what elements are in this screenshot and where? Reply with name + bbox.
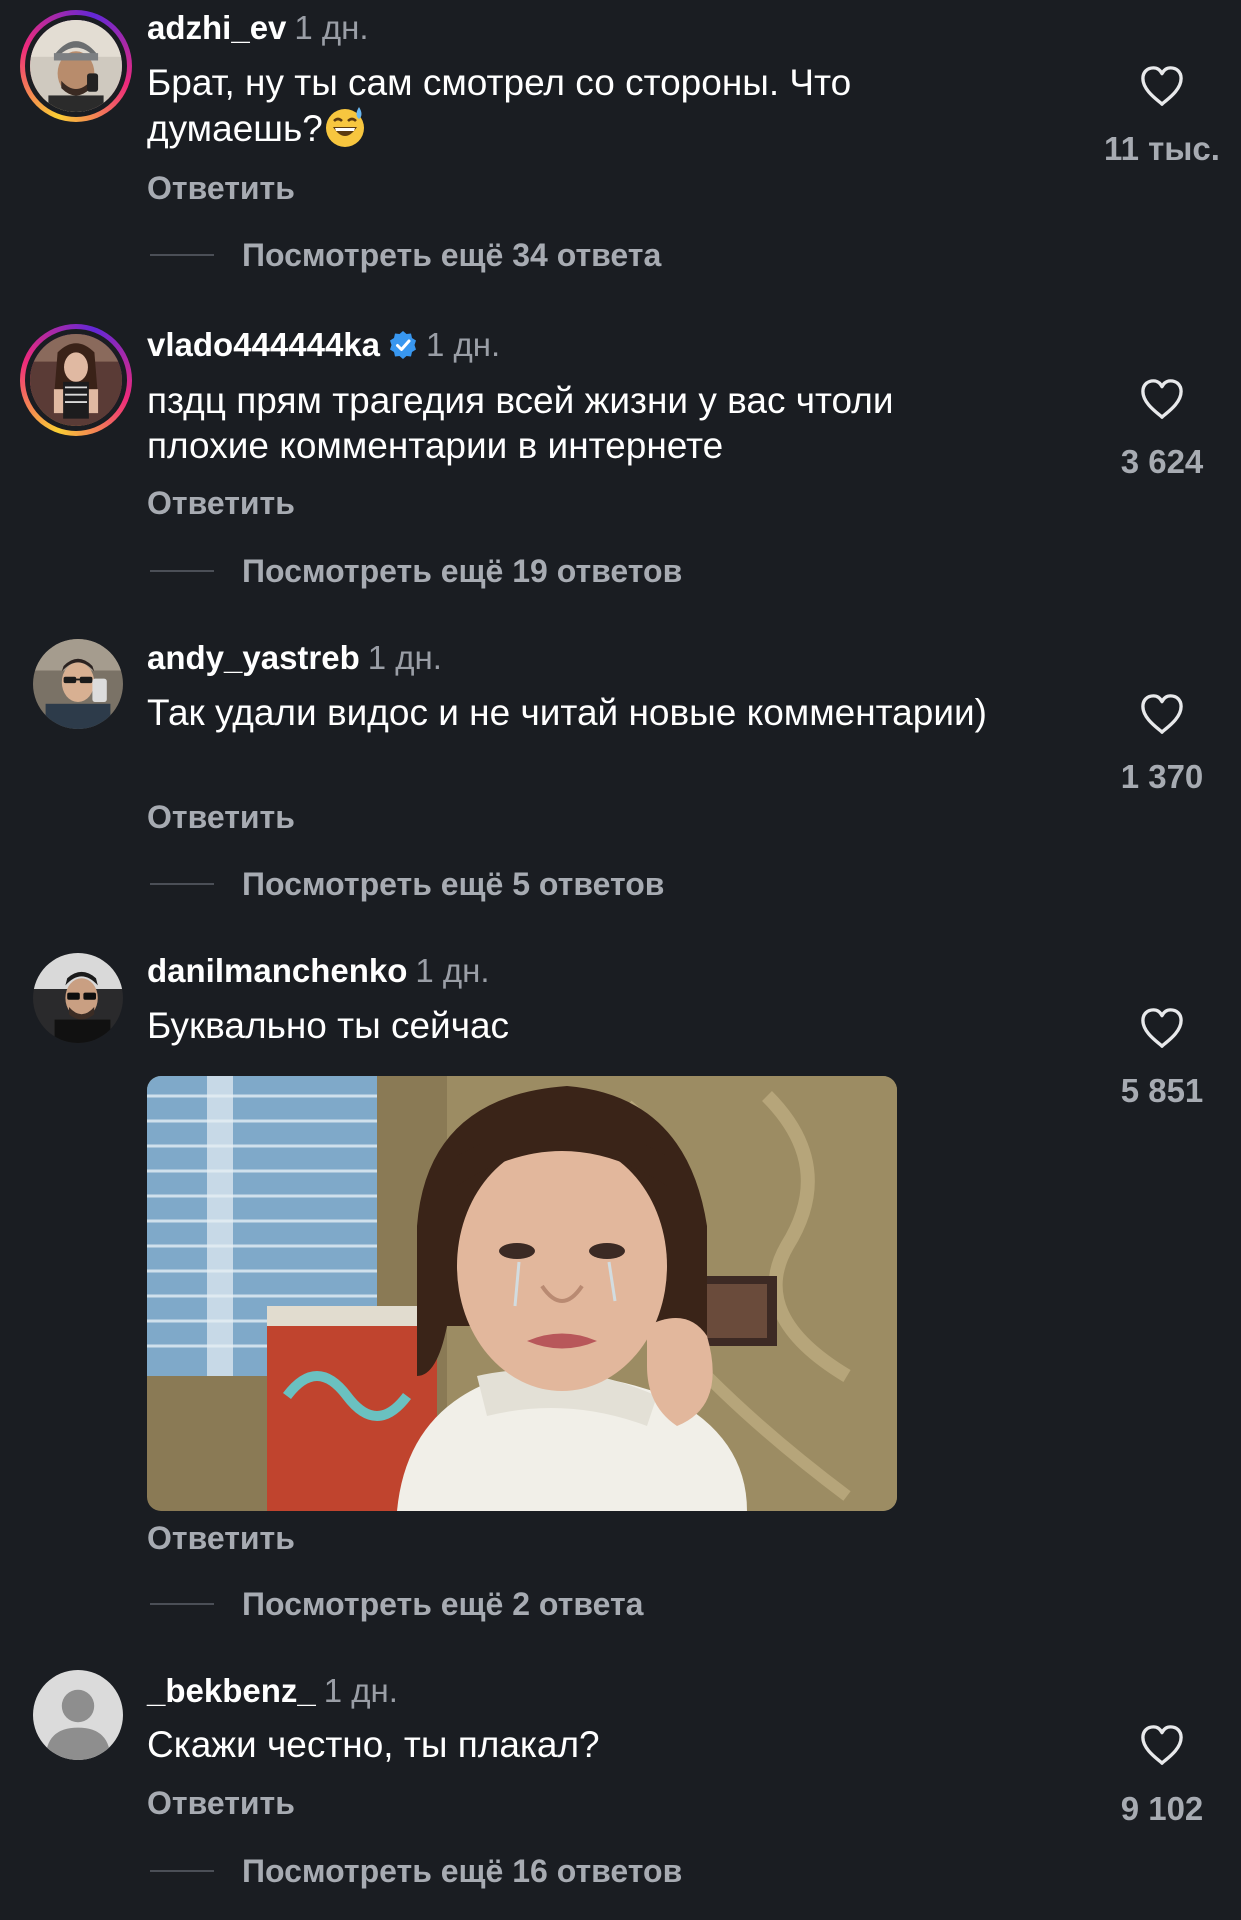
comment-time: 1 дн.: [415, 952, 490, 989]
heart-outline-icon[interactable]: [1139, 693, 1185, 735]
avatar-photo: [30, 334, 122, 426]
reply-button[interactable]: Ответить: [147, 168, 295, 208]
username[interactable]: _bekbenz_: [147, 1672, 316, 1709]
heart-outline-icon[interactable]: [1139, 1724, 1185, 1766]
view-more-label: Посмотреть ещё 5 ответов: [242, 865, 665, 902]
username[interactable]: adzhi_ev: [147, 9, 286, 46]
view-more-replies[interactable]: Посмотреть ещё 16 ответов: [150, 1851, 682, 1891]
divider-line: [150, 883, 214, 885]
divider-line: [150, 1870, 214, 1872]
reply-button[interactable]: Ответить: [147, 797, 295, 837]
view-more-label: Посмотреть ещё 16 ответов: [242, 1852, 683, 1889]
avatar-adzhi-ev[interactable]: [20, 10, 132, 122]
comment-time: 1 дн.: [323, 1672, 398, 1709]
like-count: 11 тыс.: [1104, 130, 1220, 167]
avatar-andy-yastreb[interactable]: [33, 639, 123, 729]
heart-outline-icon[interactable]: [1139, 65, 1185, 107]
comment-text: Так удали видос и не читай новые коммент…: [147, 692, 987, 733]
avatar-vlado444444ka[interactable]: [20, 324, 132, 436]
like-count: 5 851: [1120, 1072, 1204, 1109]
avatar-photo: [30, 20, 122, 112]
view-more-label: Посмотреть ещё 34 ответа: [242, 236, 662, 273]
comment-body: Брат, ну ты сам смотрел со стороны. Что …: [147, 62, 852, 149]
avatar-photo: [33, 639, 123, 729]
crying-girl-photo: [147, 1076, 897, 1511]
comment-time: 1 дн.: [367, 639, 442, 676]
like-count: 3 624: [1120, 443, 1204, 480]
heart-outline-icon[interactable]: [1139, 1007, 1185, 1049]
username[interactable]: vlado444444ka: [147, 326, 380, 363]
divider-line: [150, 1603, 214, 1605]
heart-outline-icon[interactable]: [1139, 378, 1185, 420]
reply-button[interactable]: Ответить: [147, 483, 295, 523]
divider-line: [150, 254, 214, 256]
person-silhouette-icon: [33, 1670, 123, 1760]
divider-line: [150, 570, 214, 572]
view-more-replies[interactable]: Посмотреть ещё 2 ответа: [150, 1584, 643, 1624]
username[interactable]: danilmanchenko: [147, 952, 407, 989]
comment-text: Брат, ну ты сам смотрел со стороны. Что …: [147, 60, 1007, 151]
comment-header: adzhi_ev 1 дн.: [147, 8, 369, 48]
avatar-photo: [33, 953, 123, 1043]
like-count: 1 370: [1120, 758, 1204, 795]
view-more-replies[interactable]: Посмотреть ещё 34 ответа: [150, 235, 661, 275]
comment-text: Буквально ты сейчас: [147, 1005, 510, 1046]
grinning-sweat-emoji-icon: [325, 107, 364, 147]
comment-text: пздц прям трагедия всей жизни у вас чтол…: [147, 380, 894, 466]
avatar-bekbenz[interactable]: [33, 1670, 123, 1760]
comment-attached-image[interactable]: [147, 1076, 897, 1511]
comment-header: danilmanchenko 1 дн.: [147, 951, 490, 991]
view-more-replies[interactable]: Посмотреть ещё 19 ответов: [150, 551, 682, 591]
view-more-label: Посмотреть ещё 2 ответа: [242, 1585, 644, 1622]
view-more-label: Посмотреть ещё 19 ответов: [242, 552, 683, 589]
reply-button[interactable]: Ответить: [147, 1518, 295, 1558]
verified-badge-icon: [390, 331, 417, 359]
reply-button[interactable]: Ответить: [147, 1783, 295, 1823]
like-count: 9 102: [1120, 1790, 1204, 1827]
username[interactable]: andy_yastreb: [147, 639, 360, 676]
comment-text: Скажи честно, ты плакал?: [147, 1724, 600, 1765]
avatar-danilmanchenko[interactable]: [33, 953, 123, 1043]
view-more-replies[interactable]: Посмотреть ещё 5 ответов: [150, 864, 664, 904]
comment-header: vlado444444ka 1 дн.: [147, 325, 500, 365]
comment-header: andy_yastreb 1 дн.: [147, 638, 442, 678]
comment-time: 1 дн.: [294, 9, 369, 46]
comment-time: 1 дн.: [426, 326, 501, 363]
comment-header: _bekbenz_ 1 дн.: [147, 1671, 398, 1711]
